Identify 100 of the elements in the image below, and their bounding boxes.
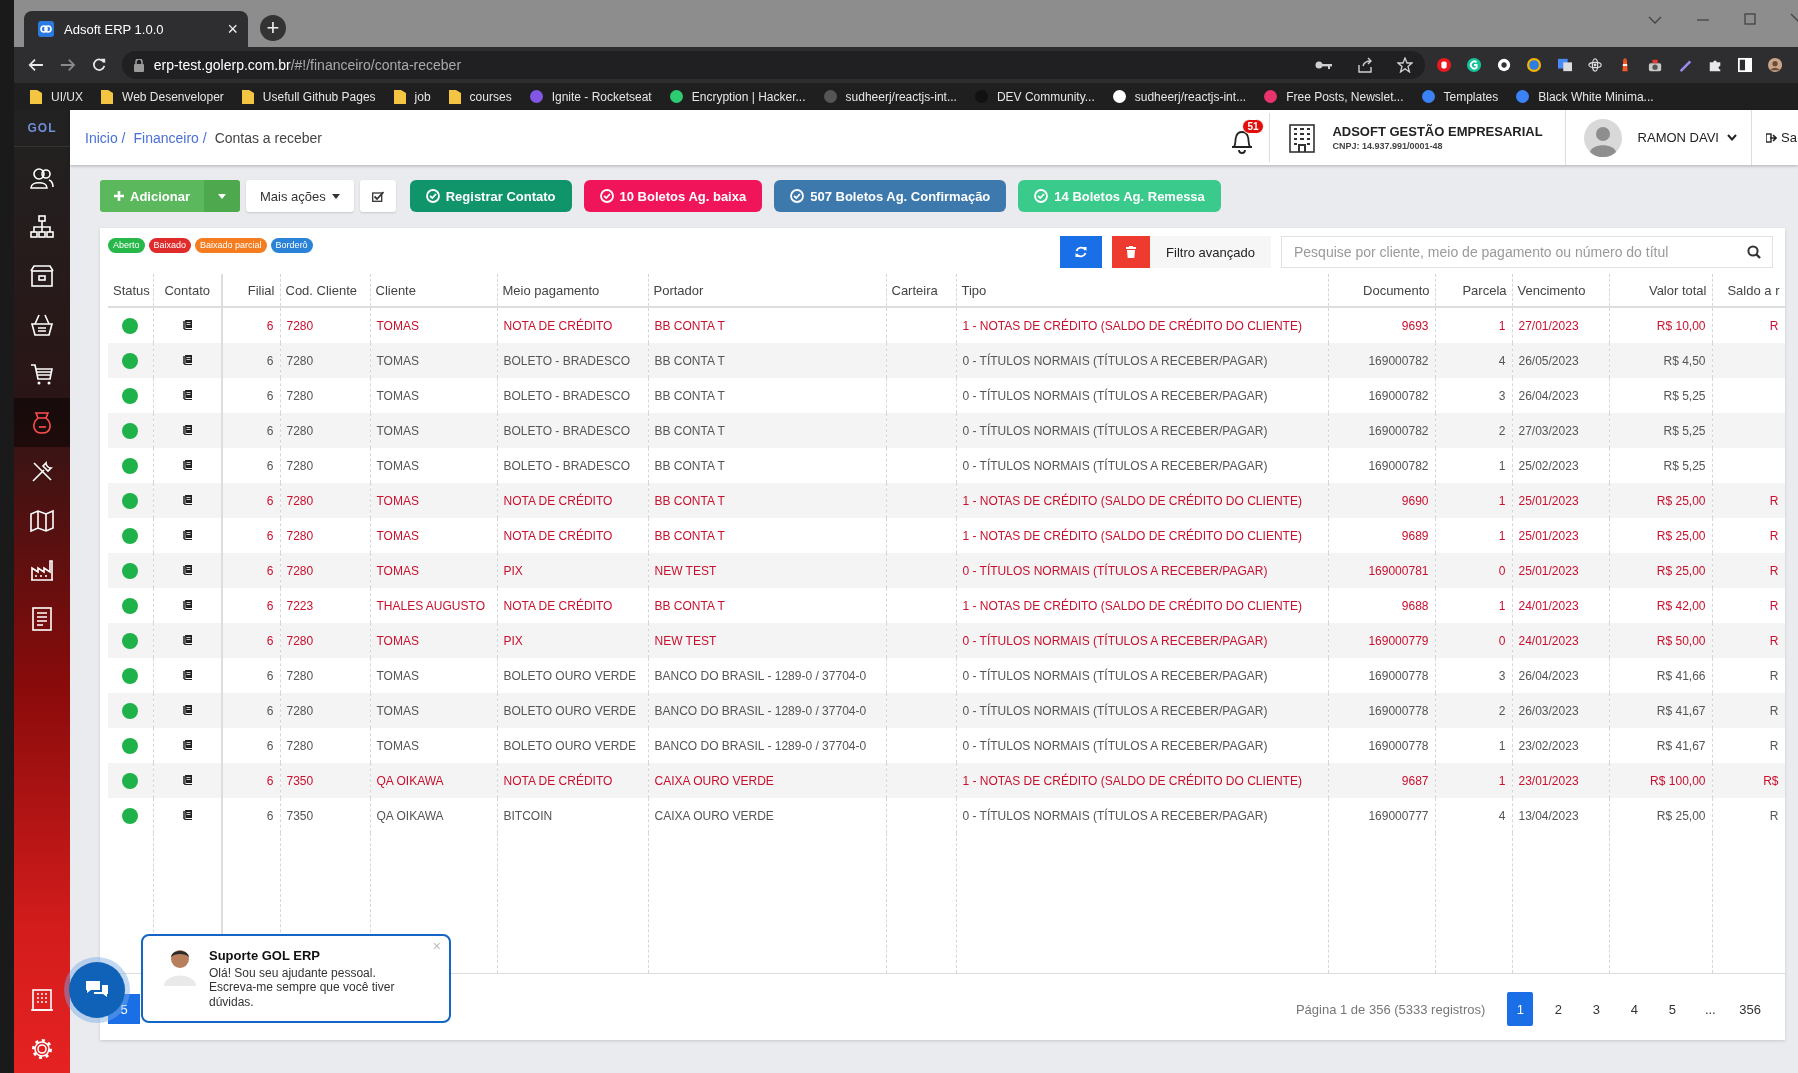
bookmark[interactable]: courses	[448, 89, 512, 104]
page-button[interactable]: 1	[1507, 992, 1534, 1026]
browser-tab[interactable]: Adsoft ERP 1.0.0 ×	[24, 11, 248, 47]
company-id: CNPJ: 14.937.991/0001-48	[1332, 141, 1444, 151]
book-icon[interactable]	[182, 529, 192, 540]
breadcrumb-link[interactable]: Inicio /	[85, 129, 126, 146]
bookmark[interactable]: Free Posts, Newslet...	[1264, 89, 1404, 104]
branch-cell: 6	[266, 353, 274, 368]
page-button[interactable]: 3	[1583, 992, 1610, 1026]
side-panel-icon[interactable]	[1737, 57, 1752, 73]
star-icon[interactable]	[1397, 57, 1414, 73]
breadcrumb-link[interactable]: Financeiro /	[133, 129, 207, 146]
column-header[interactable]: Meio pagamento	[502, 282, 600, 298]
advanced-filter-button[interactable]: Filtro avançado	[1150, 236, 1271, 268]
column-header[interactable]: Valor total	[1648, 282, 1707, 298]
bookmark[interactable]: Web Desenveloper	[101, 89, 224, 104]
search-icon[interactable]	[1747, 245, 1761, 259]
document-cell: 169000781	[1368, 563, 1429, 578]
more-actions-button[interactable]: Mais ações	[245, 180, 354, 212]
forward-icon[interactable]	[59, 57, 76, 73]
installment-cell: 1	[1498, 598, 1506, 613]
action-button[interactable]: Registrar Contato	[409, 180, 572, 212]
status-tag: Baixado	[148, 238, 192, 253]
page-button[interactable]: ...	[1697, 992, 1724, 1026]
payment-method-cell: NOTA DE CRÉDITO	[503, 598, 613, 613]
column-header[interactable]: Status	[113, 282, 150, 298]
book-icon[interactable]	[182, 704, 192, 715]
client-code-cell: 7280	[286, 703, 314, 718]
search-field[interactable]: Pesquise por cliente, meio de pagamento ou número do títul	[1281, 236, 1773, 268]
page-button[interactable]: 4	[1621, 992, 1648, 1026]
book-icon[interactable]	[182, 634, 192, 645]
book-icon[interactable]	[182, 809, 192, 820]
book-icon[interactable]	[182, 459, 192, 470]
bookmark[interactable]: Ignite - Rocketseat	[529, 89, 652, 104]
chevron-down-icon[interactable]	[1648, 15, 1662, 25]
document-cell: 169000778	[1368, 668, 1429, 683]
action-button[interactable]: 10 Boletos Ag. baixa	[583, 180, 763, 212]
column-header[interactable]: Documento	[1363, 282, 1430, 298]
column-header[interactable]: Parcela	[1462, 282, 1507, 298]
reload-icon[interactable]	[91, 57, 106, 73]
book-icon[interactable]	[182, 319, 192, 330]
circle-icon[interactable]	[1497, 57, 1512, 73]
book-icon[interactable]	[182, 494, 192, 505]
column-header[interactable]: Cod. Cliente	[285, 282, 358, 298]
book-icon[interactable]	[182, 564, 192, 575]
book-icon[interactable]	[182, 599, 192, 610]
type-cell: 1 - NOTAS DE CRÉDITO (SALDO DE CRÉDITO DO CLIENTE)	[962, 773, 1302, 788]
book-icon[interactable]	[182, 739, 192, 750]
bookmark[interactable]: Black White Minima...	[1516, 89, 1654, 104]
installment-cell: 0	[1498, 563, 1506, 578]
book-icon[interactable]	[182, 389, 192, 400]
grammar-icon[interactable]	[1467, 57, 1482, 73]
bookmark[interactable]: job	[393, 89, 431, 104]
column-header[interactable]: Contato	[164, 282, 210, 298]
column-header[interactable]: Saldo a r	[1727, 282, 1780, 298]
bookmark[interactable]: Templates	[1421, 89, 1499, 104]
avatar-icon[interactable]	[1767, 57, 1782, 73]
column-header[interactable]: Tipo	[961, 282, 987, 298]
book-icon[interactable]	[182, 354, 192, 365]
compass-icon[interactable]	[1527, 57, 1542, 73]
bookmark[interactable]: sudheerj/reactjs-int...	[1112, 89, 1247, 104]
type-cell: 0 - TÍTULOS NORMAIS (TÍTULOS A RECEBER/PAGAR)	[962, 668, 1268, 683]
payment-method-cell: NOTA DE CRÉDITO	[503, 773, 613, 788]
app-icon	[38, 21, 54, 37]
back-icon[interactable]	[28, 57, 44, 73]
column-header[interactable]: Vencimento	[1517, 282, 1586, 298]
select-button[interactable]	[359, 180, 396, 212]
bookmark[interactable]: UI/UX	[30, 89, 83, 104]
book-icon[interactable]	[182, 669, 192, 680]
client-cell: TOMAS	[376, 633, 419, 648]
close-icon[interactable]: ×	[227, 18, 238, 40]
address-bar[interactable]: erp-test.golerp.com.br/#!/financeiro/conta-receber	[121, 51, 1426, 79]
bookmark[interactable]: sudheerj/reactjs-int...	[823, 89, 957, 104]
bookmark[interactable]: Usefull Github Pages	[241, 89, 376, 104]
logout-link[interactable]: Sa	[1752, 130, 1798, 145]
page-button[interactable]: 2	[1545, 992, 1572, 1026]
column-header[interactable]: Portador	[653, 282, 704, 298]
book-icon[interactable]	[182, 424, 192, 435]
book-icon[interactable]	[182, 774, 192, 785]
new-tab-button[interactable]: +	[260, 15, 286, 41]
page-button[interactable]: 356	[1735, 992, 1765, 1026]
page-button[interactable]: 5	[1659, 992, 1686, 1026]
maximize-icon[interactable]	[1744, 13, 1756, 25]
balance-cell: R	[1769, 633, 1779, 648]
refresh-button[interactable]	[1060, 236, 1103, 268]
column-header[interactable]: Filial	[247, 282, 275, 298]
hand-icon[interactable]	[1437, 57, 1452, 73]
atom-icon[interactable]	[1587, 57, 1602, 73]
action-button[interactable]: 507 Boletos Ag. Confirmação	[774, 180, 1007, 212]
column-header[interactable]: Cliente	[375, 282, 416, 298]
user-menu[interactable]: RAMON DAVI	[1637, 130, 1737, 145]
key-icon[interactable]	[1315, 60, 1334, 70]
bookmark[interactable]: DEV Community...	[974, 89, 1095, 104]
chevron-down-icon	[1727, 134, 1737, 141]
camera-icon[interactable]	[1647, 57, 1662, 73]
bookmark[interactable]: Encryption | Hacker...	[669, 89, 806, 104]
delete-button[interactable]	[1112, 236, 1151, 268]
share-icon[interactable]	[1357, 57, 1374, 73]
translate-icon[interactable]	[1557, 57, 1572, 73]
column-header[interactable]: Carteira	[891, 282, 938, 298]
